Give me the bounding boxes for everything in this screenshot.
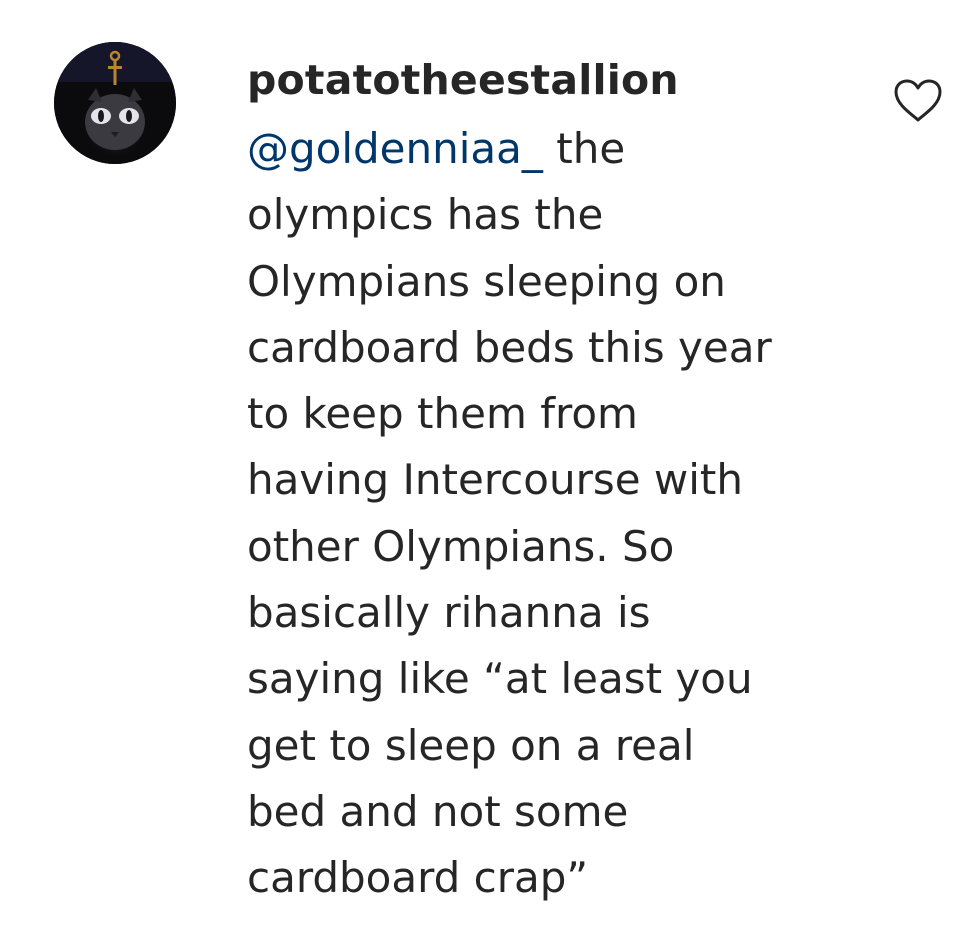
comment-line: bed and not some [247, 786, 629, 836]
comment-line: having Intercourse with [247, 455, 744, 505]
comment-line: basically rihanna is [247, 588, 651, 638]
comment-line: cardboard crap” [247, 853, 589, 903]
comment-line: to keep them from [247, 389, 638, 439]
comment-text: @goldenniaa_ the olympics has the Olympi… [247, 116, 867, 912]
comment: potatotheestallion @goldenniaa_ the olym… [0, 0, 980, 938]
like-button[interactable] [893, 78, 943, 124]
avatar[interactable] [54, 42, 176, 164]
comment-line: olympics has the [247, 190, 604, 240]
comment-line: get to sleep on a real [247, 720, 695, 770]
comment-line-text: the [542, 124, 626, 173]
heart-outline-icon [894, 79, 942, 122]
comment-line: cardboard beds this year [247, 322, 772, 372]
comment-line: other Olympians. So [247, 521, 675, 571]
username[interactable]: potatotheestallion [247, 56, 679, 104]
comment-line: saying like “at least you [247, 654, 753, 704]
comment-line: @goldenniaa_ the [247, 116, 867, 182]
mention-link[interactable]: @goldenniaa_ [247, 124, 543, 173]
comment-line: Olympians sleeping on [247, 256, 726, 306]
avatar-image [54, 42, 176, 164]
